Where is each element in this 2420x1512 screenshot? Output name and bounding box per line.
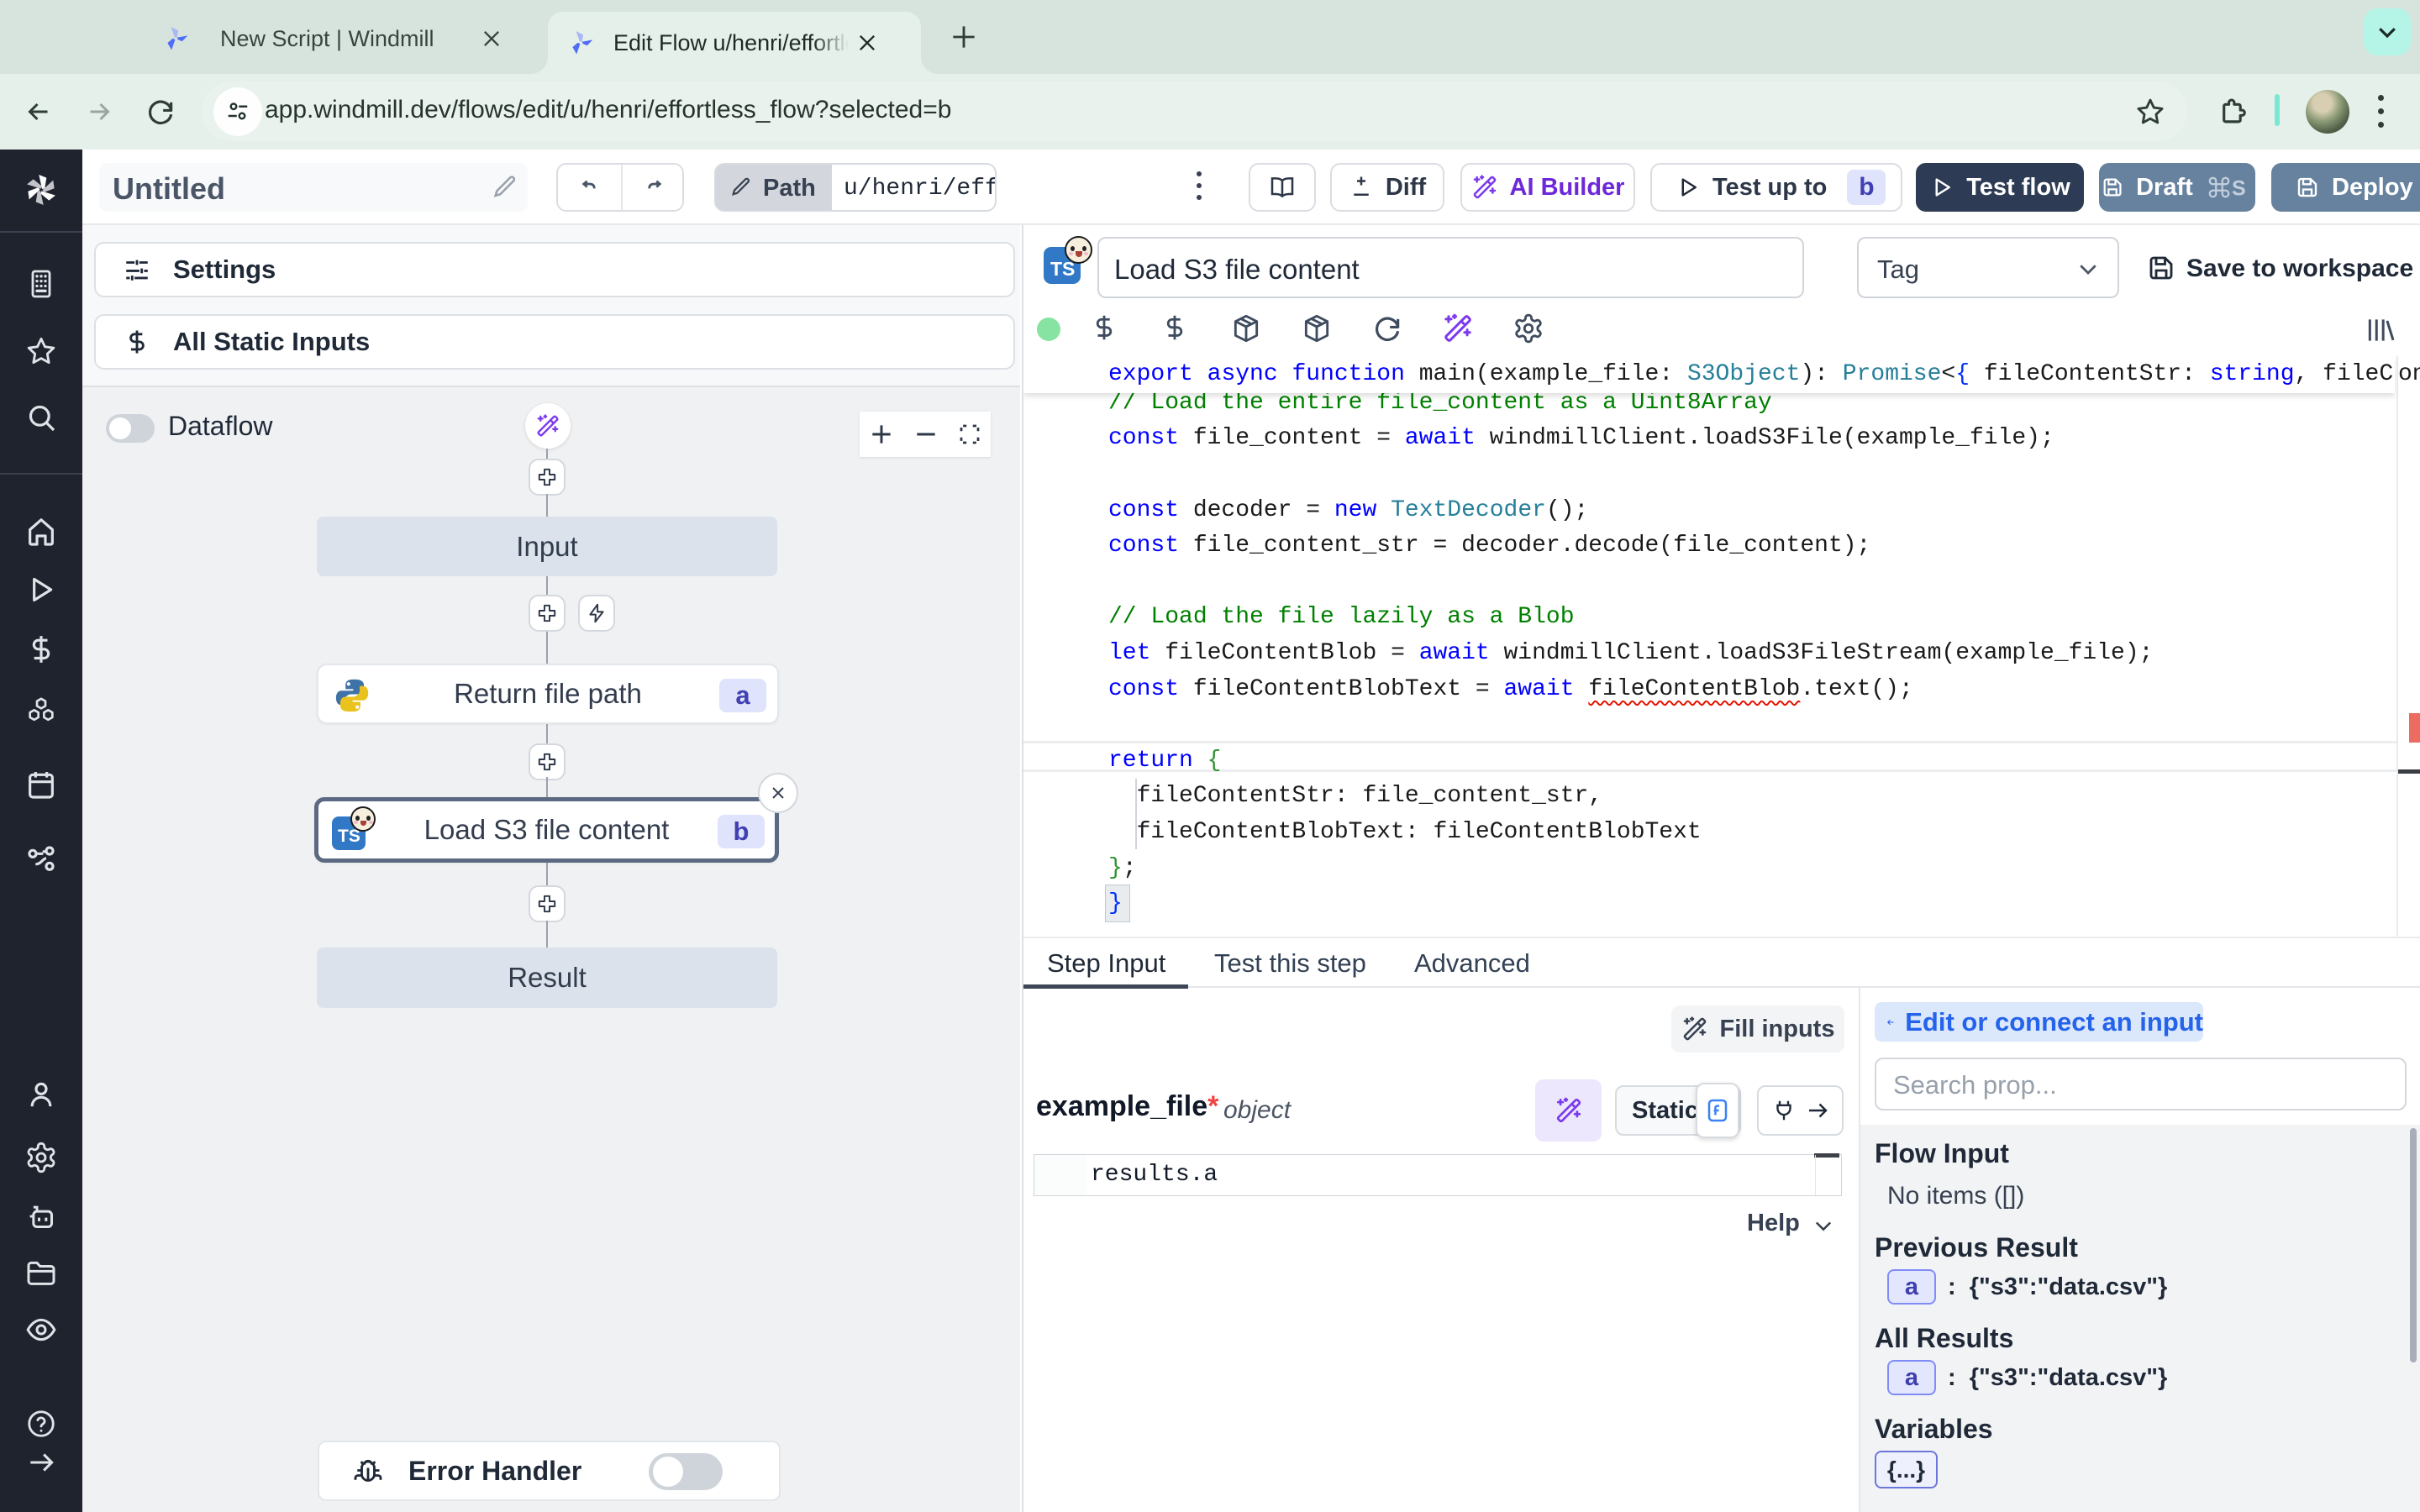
svg-text:S: S — [2232, 176, 2246, 200]
